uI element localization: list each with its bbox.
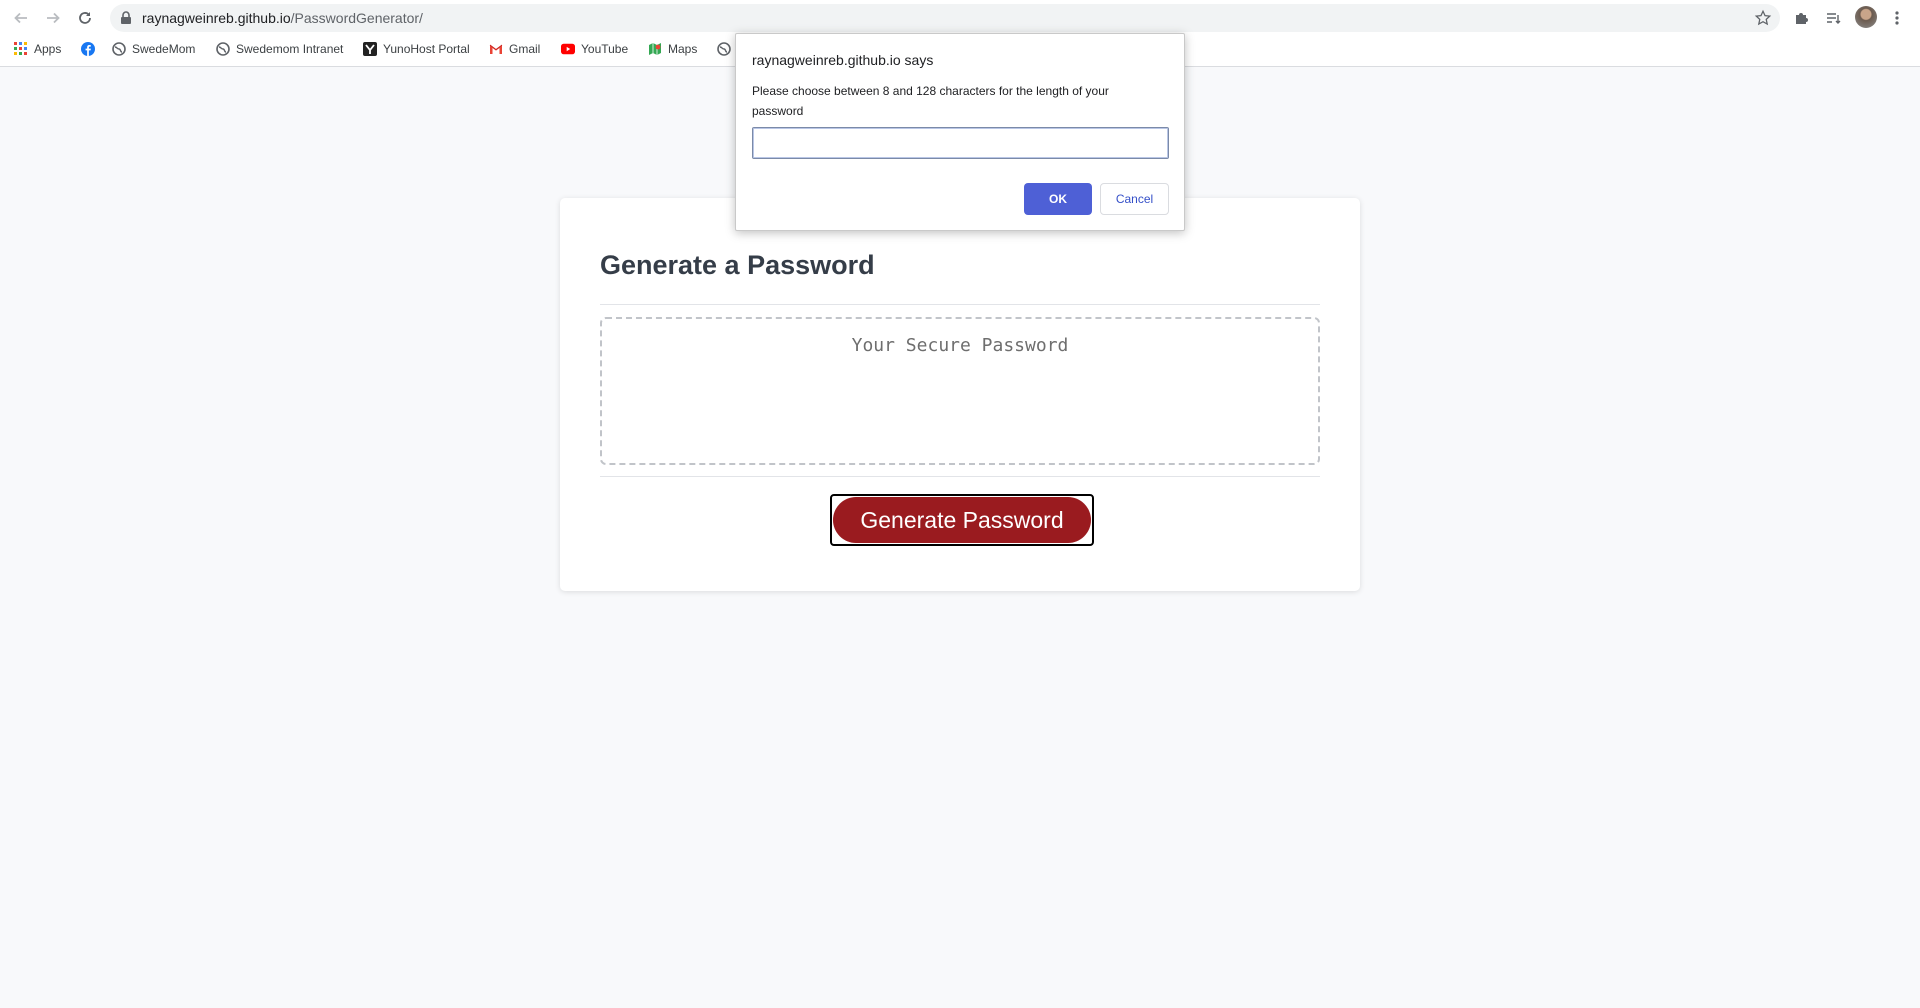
generate-password-button[interactable]: Generate Password [830,494,1094,546]
reload-icon[interactable] [74,7,96,29]
header-divider [600,304,1320,305]
forward-arrow-icon[interactable] [42,7,64,29]
password-generator-card: Generate a Password Generate Password [560,198,1360,591]
password-textarea[interactable] [602,319,1318,463]
maps-icon [648,42,662,56]
bookmark-apps[interactable]: Apps [14,42,61,56]
facebook-icon [81,42,95,56]
yunohost-icon [363,42,377,56]
bookmark-label: Gmail [509,42,541,56]
lock-icon [120,11,132,30]
profile-avatar[interactable] [1855,6,1877,28]
bookmark-label: Apps [34,42,62,56]
back-arrow-icon[interactable] [10,7,32,29]
menu-kebab-icon[interactable] [1886,7,1908,29]
password-output-box [600,317,1320,465]
bookmark-label: YouTube [581,42,629,56]
gmail-icon [489,42,503,56]
reading-list-icon[interactable] [1822,7,1844,29]
bookmark-yunohost[interactable]: YunoHost Portal [363,42,470,56]
bookmark-gmail[interactable]: Gmail [489,42,540,56]
dialog-origin: raynagweinreb.github.io says [752,52,934,68]
bookmark-label: Swedemom Intranet [236,42,344,56]
dialog-message: Please choose between 8 and 128 characte… [752,84,1109,118]
bookmark-youtube[interactable]: YouTube [561,42,628,56]
address-bar[interactable]: raynagweinreb.github.io/PasswordGenerato… [110,4,1780,32]
globe-icon [112,42,126,56]
globe-icon [717,42,731,56]
url-text: raynagweinreb.github.io/PasswordGenerato… [142,10,423,26]
bookmark-swedemom[interactable]: SwedeMom [112,42,195,56]
bookmark-facebook[interactable] [81,42,101,56]
footer-divider [600,476,1320,477]
cancel-button[interactable]: Cancel [1100,183,1169,215]
globe-icon [216,42,230,56]
bookmark-maps[interactable]: Maps [648,42,697,56]
bookmark-globe[interactable] [717,42,737,56]
apps-grid-icon [14,42,28,56]
page-title: Generate a Password [600,250,875,280]
browser-toolbar: raynagweinreb.github.io/PasswordGenerato… [0,0,1920,35]
bookmark-swedemom-intranet[interactable]: Swedemom Intranet [216,42,343,56]
youtube-icon [561,42,575,56]
bookmark-label: Maps [668,42,698,56]
generate-password-label: Generate Password [833,497,1091,543]
bookmark-label: YunoHost Portal [383,42,470,56]
bookmark-star-icon[interactable] [1754,9,1772,32]
bookmark-label: SwedeMom [132,42,196,56]
prompt-dialog: raynagweinreb.github.io says Please choo… [735,33,1185,231]
extensions-puzzle-icon[interactable] [1790,7,1812,29]
ok-button[interactable]: OK [1024,183,1092,215]
password-length-input[interactable] [752,127,1169,159]
